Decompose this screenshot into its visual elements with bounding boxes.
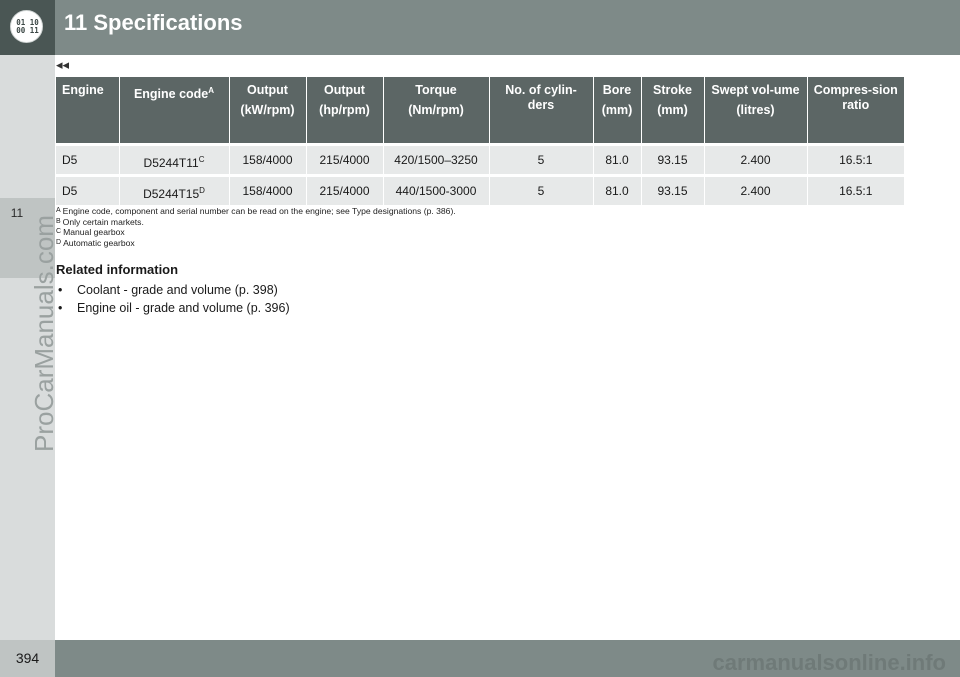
col-header-compression-ratio: Compres-sion ratio — [807, 77, 904, 145]
col-header-engine: Engine — [56, 77, 120, 145]
related-heading: Related information — [56, 262, 179, 277]
cell-compression-ratio: 16.5:1 — [807, 174, 904, 205]
table-row: D5 D5244T11C 158/4000 215/4000 420/1500–… — [56, 143, 904, 176]
cell-compression-ratio: 16.5:1 — [807, 143, 904, 176]
cell-output-kw: 158/4000 — [229, 174, 307, 205]
col-header-output-hp: Output (hp/rpm) — [306, 77, 384, 145]
page-number: 394 — [15, 650, 40, 666]
related-link-coolant[interactable]: • Coolant - grade and volume (p. 398) — [56, 281, 936, 299]
chapter-logo: 01 10 00 11 — [0, 0, 55, 55]
continuation-icon: ◂◂ — [56, 57, 70, 72]
cell-torque: 440/1500-3000 — [383, 174, 490, 205]
cell-swept-volume: 2.400 — [704, 143, 808, 176]
cell-bore: 81.0 — [593, 143, 642, 176]
cell-engine-code: D5244T11C — [119, 143, 230, 176]
bullet-icon: • — [58, 301, 63, 315]
col-header-torque: Torque (Nm/rpm) — [383, 77, 490, 145]
related-link-label[interactable]: Engine oil - grade and volume (p. 396) — [77, 301, 290, 315]
page-number-box: 394 — [0, 640, 55, 677]
cell-engine-code: D5244T15D — [119, 174, 230, 205]
footnote: D Automatic gearbox — [56, 237, 135, 248]
cell-engine: D5 — [56, 143, 120, 176]
col-header-output-kw: Output (kW/rpm) — [229, 77, 307, 145]
cell-torque: 420/1500–3250 — [383, 143, 490, 176]
footnotes: A Engine code, component and serial numbe… — [56, 206, 936, 248]
bullet-icon: • — [58, 283, 63, 297]
footnote: B Only certain markets. — [56, 216, 144, 227]
col-header-bore: Bore (mm) — [593, 77, 642, 145]
chapter-title: 11 Specifications — [64, 10, 243, 35]
cell-swept-volume: 2.400 — [704, 174, 808, 205]
engine-specs-table: Engine Engine codeA Output (kW/rpm) Outpu… — [56, 77, 904, 205]
col-header-cylinders: No. of cylin-ders — [489, 77, 594, 145]
related-link-label[interactable]: Coolant - grade and volume (p. 398) — [77, 283, 278, 297]
col-header-stroke: Stroke (mm) — [641, 77, 705, 145]
logo-line-2: 00 11 — [16, 26, 39, 35]
related-information: Related information • Coolant - grade an… — [56, 262, 936, 317]
cell-engine: D5 — [56, 174, 120, 205]
cell-stroke: 93.15 — [641, 174, 705, 205]
cell-bore: 81.0 — [593, 174, 642, 205]
cell-cylinders: 5 — [489, 174, 594, 205]
footer-watermark: carmanualsonline.info — [712, 650, 947, 675]
footnote: C Manual gearbox — [56, 227, 125, 237]
table-row: D5 D5244T15D 158/4000 215/4000 440/1500-… — [56, 174, 904, 205]
related-list: • Coolant - grade and volume (p. 398) • … — [56, 281, 936, 317]
related-link-engine-oil[interactable]: • Engine oil - grade and volume (p. 396) — [56, 299, 936, 317]
binary-badge-icon: 01 10 00 11 — [10, 10, 43, 43]
col-header-swept-volume: Swept vol-ume (litres) — [704, 77, 808, 145]
side-watermark: ProCarManuals.com — [29, 215, 59, 452]
cell-output-kw: 158/4000 — [229, 143, 307, 176]
cell-output-hp: 215/4000 — [306, 143, 384, 176]
col-header-engine-code: Engine codeA — [119, 77, 230, 145]
cell-cylinders: 5 — [489, 143, 594, 176]
table-header-row: Engine Engine codeA Output (kW/rpm) Outpu… — [56, 77, 904, 145]
cell-output-hp: 215/4000 — [306, 174, 384, 205]
cell-stroke: 93.15 — [641, 143, 705, 176]
footnote: A Engine code, component and serial numbe… — [56, 206, 456, 216]
